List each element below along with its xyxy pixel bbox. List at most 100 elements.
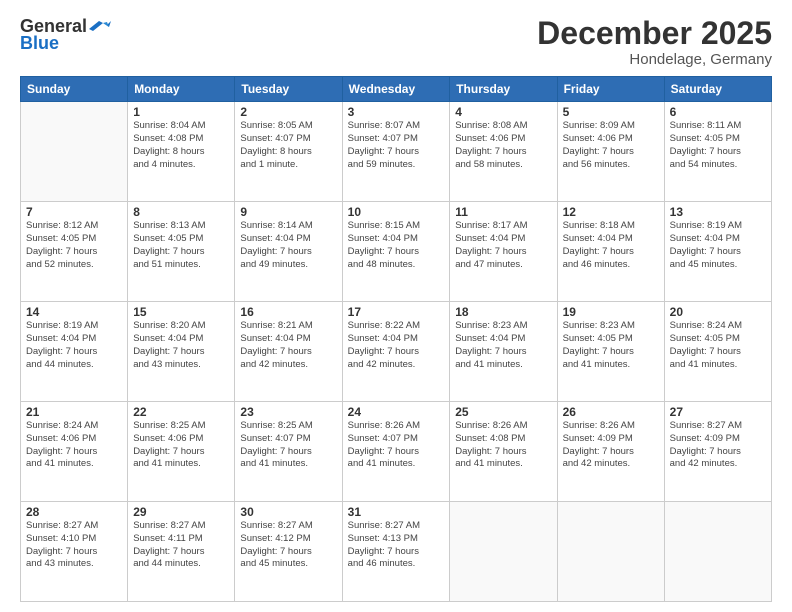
day-number: 10: [348, 205, 445, 219]
day-number: 19: [563, 305, 659, 319]
day-number: 3: [348, 105, 445, 119]
logo-blue: Blue: [20, 33, 59, 54]
day-number: 4: [455, 105, 551, 119]
table-row: 27Sunrise: 8:27 AMSunset: 4:09 PMDayligh…: [664, 402, 771, 502]
day-number: 1: [133, 105, 229, 119]
calendar-week-row: 1Sunrise: 8:04 AMSunset: 4:08 PMDaylight…: [21, 102, 772, 202]
day-number: 13: [670, 205, 766, 219]
table-row: 20Sunrise: 8:24 AMSunset: 4:05 PMDayligh…: [664, 302, 771, 402]
day-info: Sunrise: 8:04 AMSunset: 4:08 PMDaylight:…: [133, 120, 229, 171]
table-row: 15Sunrise: 8:20 AMSunset: 4:04 PMDayligh…: [128, 302, 235, 402]
calendar-header-row: Sunday Monday Tuesday Wednesday Thursday…: [21, 77, 772, 102]
table-row: 6Sunrise: 8:11 AMSunset: 4:05 PMDaylight…: [664, 102, 771, 202]
col-friday: Friday: [557, 77, 664, 102]
day-info: Sunrise: 8:24 AMSunset: 4:05 PMDaylight:…: [670, 320, 766, 371]
day-info: Sunrise: 8:25 AMSunset: 4:06 PMDaylight:…: [133, 420, 229, 471]
day-info: Sunrise: 8:15 AMSunset: 4:04 PMDaylight:…: [348, 220, 445, 271]
day-number: 23: [240, 405, 336, 419]
day-info: Sunrise: 8:22 AMSunset: 4:04 PMDaylight:…: [348, 320, 445, 371]
day-info: Sunrise: 8:08 AMSunset: 4:06 PMDaylight:…: [455, 120, 551, 171]
calendar-week-row: 28Sunrise: 8:27 AMSunset: 4:10 PMDayligh…: [21, 502, 772, 602]
day-info: Sunrise: 8:18 AMSunset: 4:04 PMDaylight:…: [563, 220, 659, 271]
day-number: 20: [670, 305, 766, 319]
table-row: 30Sunrise: 8:27 AMSunset: 4:12 PMDayligh…: [235, 502, 342, 602]
day-number: 17: [348, 305, 445, 319]
day-number: 5: [563, 105, 659, 119]
table-row: 7Sunrise: 8:12 AMSunset: 4:05 PMDaylight…: [21, 202, 128, 302]
day-number: 7: [26, 205, 122, 219]
table-row: 3Sunrise: 8:07 AMSunset: 4:07 PMDaylight…: [342, 102, 450, 202]
day-number: 2: [240, 105, 336, 119]
day-info: Sunrise: 8:26 AMSunset: 4:07 PMDaylight:…: [348, 420, 445, 471]
day-info: Sunrise: 8:26 AMSunset: 4:09 PMDaylight:…: [563, 420, 659, 471]
table-row: 26Sunrise: 8:26 AMSunset: 4:09 PMDayligh…: [557, 402, 664, 502]
table-row: 21Sunrise: 8:24 AMSunset: 4:06 PMDayligh…: [21, 402, 128, 502]
day-info: Sunrise: 8:17 AMSunset: 4:04 PMDaylight:…: [455, 220, 551, 271]
table-row: 2Sunrise: 8:05 AMSunset: 4:07 PMDaylight…: [235, 102, 342, 202]
table-row: 25Sunrise: 8:26 AMSunset: 4:08 PMDayligh…: [450, 402, 557, 502]
table-row: [557, 502, 664, 602]
day-number: 24: [348, 405, 445, 419]
header: General Blue December 2025 Hondelage, Ge…: [20, 16, 772, 68]
table-row: [21, 102, 128, 202]
day-info: Sunrise: 8:26 AMSunset: 4:08 PMDaylight:…: [455, 420, 551, 471]
table-row: [450, 502, 557, 602]
table-row: 22Sunrise: 8:25 AMSunset: 4:06 PMDayligh…: [128, 402, 235, 502]
day-info: Sunrise: 8:12 AMSunset: 4:05 PMDaylight:…: [26, 220, 122, 271]
day-info: Sunrise: 8:27 AMSunset: 4:09 PMDaylight:…: [670, 420, 766, 471]
table-row: 4Sunrise: 8:08 AMSunset: 4:06 PMDaylight…: [450, 102, 557, 202]
logo-bird-icon: [89, 19, 111, 35]
table-row: 10Sunrise: 8:15 AMSunset: 4:04 PMDayligh…: [342, 202, 450, 302]
day-info: Sunrise: 8:27 AMSunset: 4:13 PMDaylight:…: [348, 520, 445, 571]
day-number: 14: [26, 305, 122, 319]
day-number: 28: [26, 505, 122, 519]
table-row: [664, 502, 771, 602]
table-row: 18Sunrise: 8:23 AMSunset: 4:04 PMDayligh…: [450, 302, 557, 402]
day-number: 11: [455, 205, 551, 219]
col-thursday: Thursday: [450, 77, 557, 102]
calendar-week-row: 14Sunrise: 8:19 AMSunset: 4:04 PMDayligh…: [21, 302, 772, 402]
day-info: Sunrise: 8:11 AMSunset: 4:05 PMDaylight:…: [670, 120, 766, 171]
day-info: Sunrise: 8:27 AMSunset: 4:11 PMDaylight:…: [133, 520, 229, 571]
table-row: 1Sunrise: 8:04 AMSunset: 4:08 PMDaylight…: [128, 102, 235, 202]
table-row: 12Sunrise: 8:18 AMSunset: 4:04 PMDayligh…: [557, 202, 664, 302]
day-info: Sunrise: 8:05 AMSunset: 4:07 PMDaylight:…: [240, 120, 336, 171]
table-row: 17Sunrise: 8:22 AMSunset: 4:04 PMDayligh…: [342, 302, 450, 402]
table-row: 16Sunrise: 8:21 AMSunset: 4:04 PMDayligh…: [235, 302, 342, 402]
day-info: Sunrise: 8:09 AMSunset: 4:06 PMDaylight:…: [563, 120, 659, 171]
calendar-week-row: 21Sunrise: 8:24 AMSunset: 4:06 PMDayligh…: [21, 402, 772, 502]
day-number: 27: [670, 405, 766, 419]
col-wednesday: Wednesday: [342, 77, 450, 102]
day-info: Sunrise: 8:14 AMSunset: 4:04 PMDaylight:…: [240, 220, 336, 271]
day-info: Sunrise: 8:21 AMSunset: 4:04 PMDaylight:…: [240, 320, 336, 371]
location: Hondelage, Germany: [537, 51, 772, 68]
col-monday: Monday: [128, 77, 235, 102]
day-info: Sunrise: 8:19 AMSunset: 4:04 PMDaylight:…: [26, 320, 122, 371]
table-row: 31Sunrise: 8:27 AMSunset: 4:13 PMDayligh…: [342, 502, 450, 602]
table-row: 8Sunrise: 8:13 AMSunset: 4:05 PMDaylight…: [128, 202, 235, 302]
col-saturday: Saturday: [664, 77, 771, 102]
table-row: 24Sunrise: 8:26 AMSunset: 4:07 PMDayligh…: [342, 402, 450, 502]
day-info: Sunrise: 8:23 AMSunset: 4:04 PMDaylight:…: [455, 320, 551, 371]
day-number: 16: [240, 305, 336, 319]
day-info: Sunrise: 8:24 AMSunset: 4:06 PMDaylight:…: [26, 420, 122, 471]
table-row: 28Sunrise: 8:27 AMSunset: 4:10 PMDayligh…: [21, 502, 128, 602]
day-number: 18: [455, 305, 551, 319]
day-info: Sunrise: 8:27 AMSunset: 4:12 PMDaylight:…: [240, 520, 336, 571]
table-row: 9Sunrise: 8:14 AMSunset: 4:04 PMDaylight…: [235, 202, 342, 302]
day-info: Sunrise: 8:25 AMSunset: 4:07 PMDaylight:…: [240, 420, 336, 471]
calendar-table: Sunday Monday Tuesday Wednesday Thursday…: [20, 76, 772, 602]
table-row: 19Sunrise: 8:23 AMSunset: 4:05 PMDayligh…: [557, 302, 664, 402]
day-info: Sunrise: 8:07 AMSunset: 4:07 PMDaylight:…: [348, 120, 445, 171]
day-info: Sunrise: 8:23 AMSunset: 4:05 PMDaylight:…: [563, 320, 659, 371]
col-sunday: Sunday: [21, 77, 128, 102]
day-number: 22: [133, 405, 229, 419]
day-number: 31: [348, 505, 445, 519]
table-row: 29Sunrise: 8:27 AMSunset: 4:11 PMDayligh…: [128, 502, 235, 602]
logo: General Blue: [20, 16, 111, 54]
col-tuesday: Tuesday: [235, 77, 342, 102]
table-row: 13Sunrise: 8:19 AMSunset: 4:04 PMDayligh…: [664, 202, 771, 302]
day-info: Sunrise: 8:13 AMSunset: 4:05 PMDaylight:…: [133, 220, 229, 271]
month-title: December 2025: [537, 16, 772, 51]
page: General Blue December 2025 Hondelage, Ge…: [0, 0, 792, 612]
